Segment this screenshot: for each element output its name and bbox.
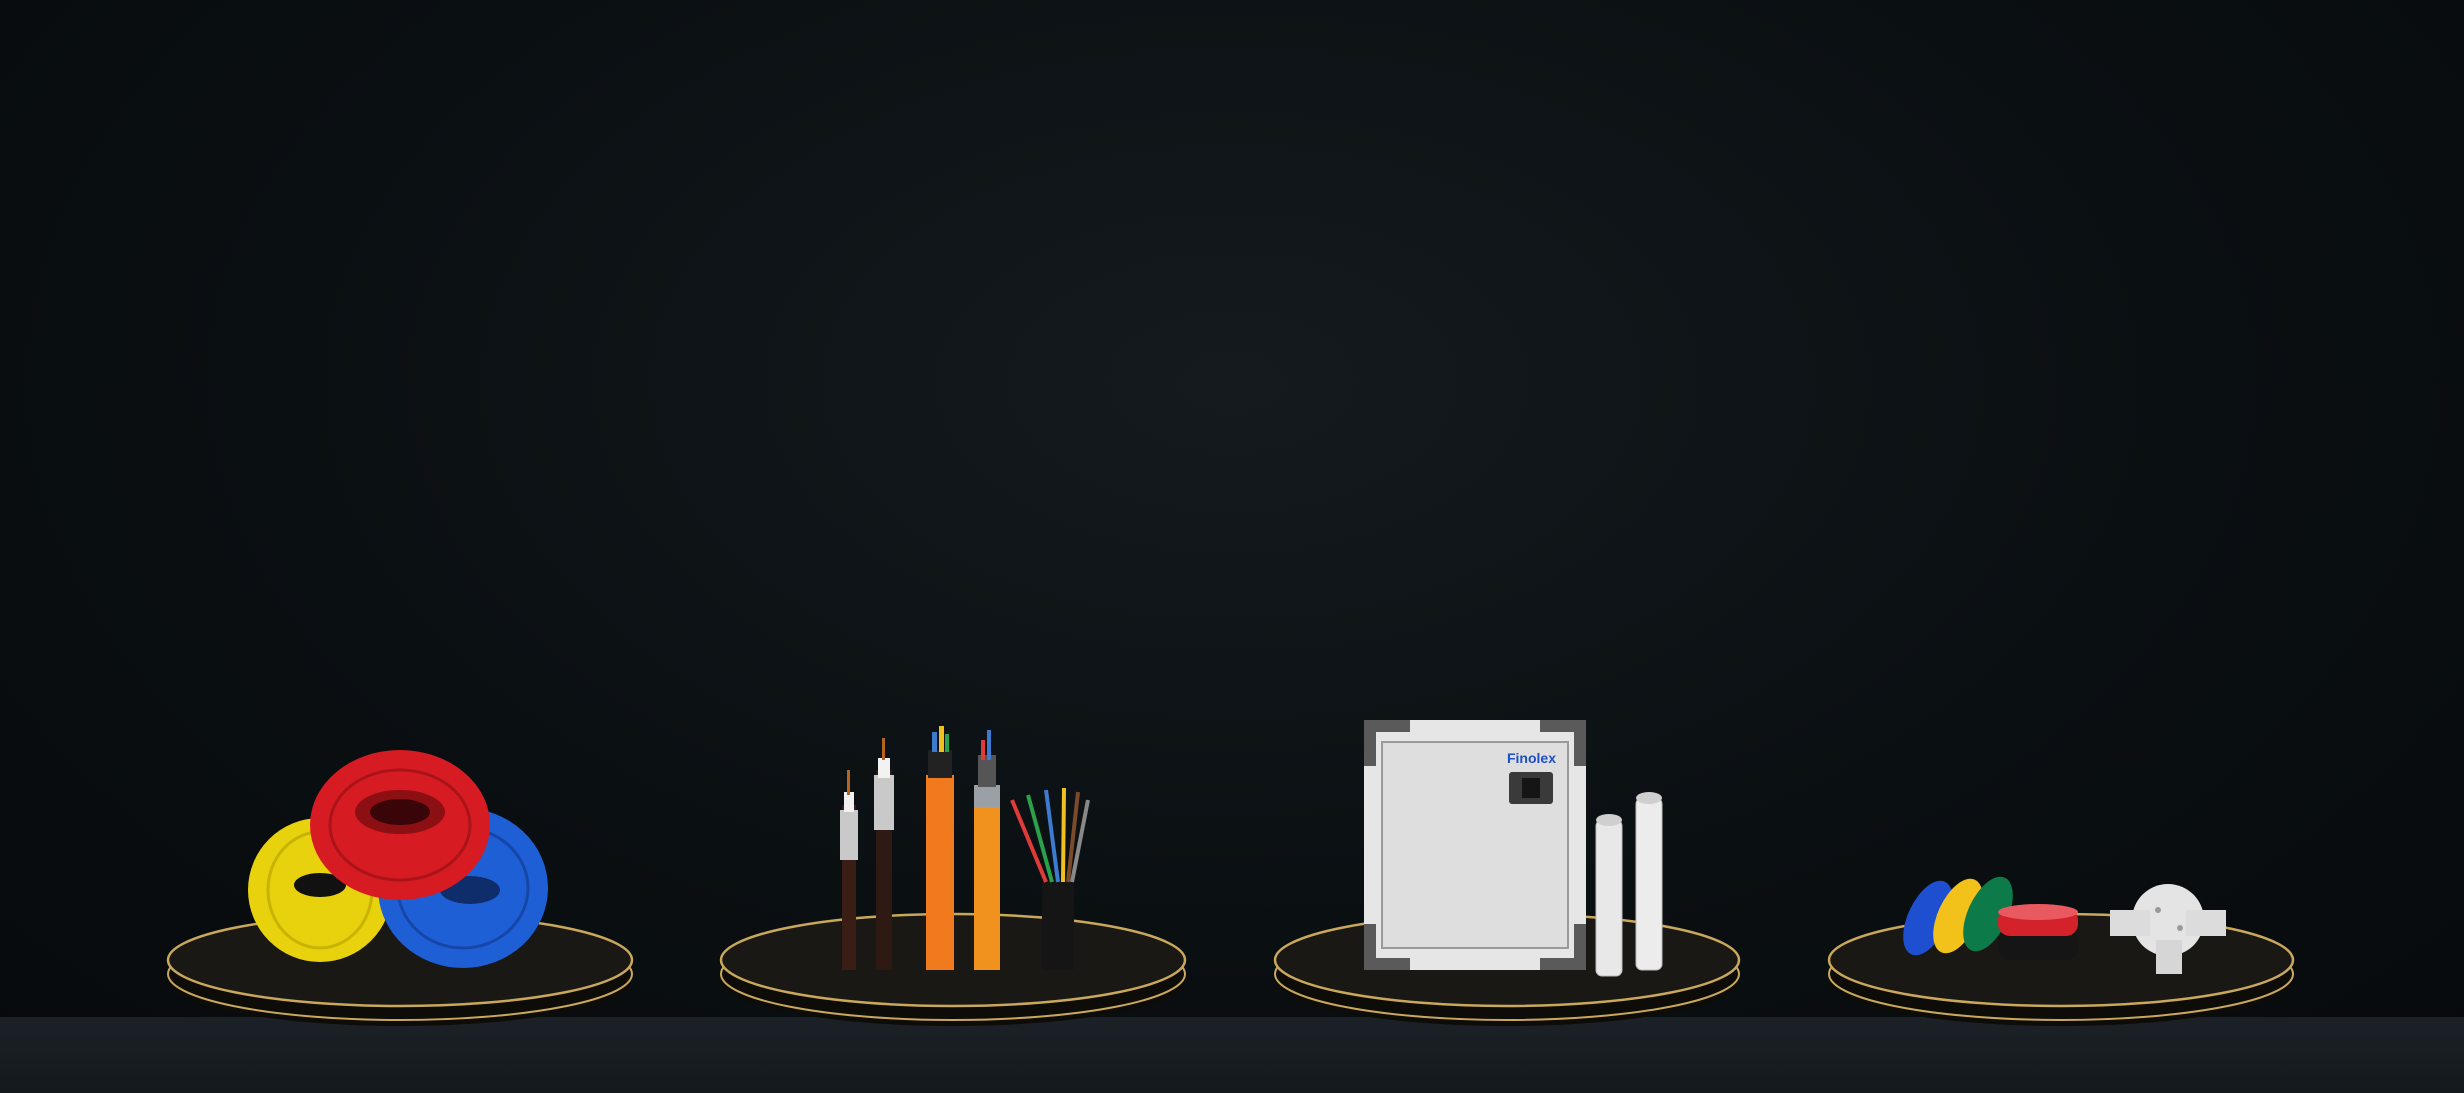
brand-label: Finolex [1506, 750, 1556, 766]
distribution-box-icon: Finolex [1364, 720, 1586, 970]
tape-and-junction-box-icon [1903, 876, 2226, 974]
conduit-pipes-icon [1595, 792, 1663, 977]
cable-set-icon [840, 726, 1090, 970]
wire-coils-icon [248, 750, 548, 968]
